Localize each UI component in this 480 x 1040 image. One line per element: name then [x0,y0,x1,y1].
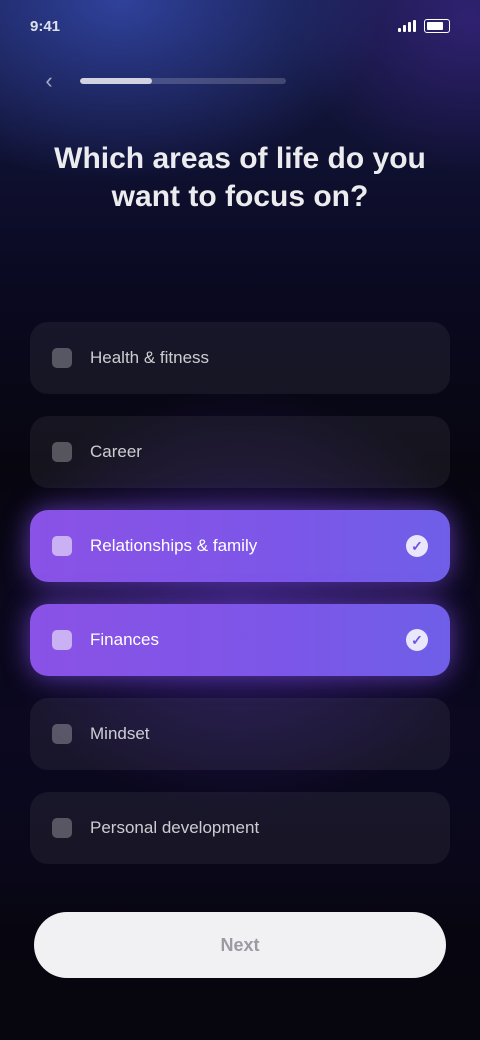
check-icon: ✓ [406,535,428,557]
option-label: Mindset [90,724,150,743]
option-label: Personal development [90,818,260,837]
option-label: Career [90,442,142,461]
option-label: Health & fitness [90,348,210,367]
option-icon [52,348,72,368]
option-item[interactable]: Relationships & family ✓ [30,510,450,582]
option-icon [52,818,72,838]
option-label: Relationships & family [90,536,258,555]
option-icon [52,536,72,556]
signal-icon [398,20,416,32]
option-item[interactable]: Career [30,416,450,488]
chevron-left-icon[interactable]: ‹ [34,66,64,96]
option-icon [52,630,72,650]
progress-bar [80,78,286,84]
option-icon [52,442,72,462]
question-title: Which areas of life do you want to focus… [54,142,426,213]
option-item[interactable]: Health & fitness [30,322,450,394]
option-item[interactable]: Finances ✓ [30,604,450,676]
option-icon [52,724,72,744]
option-label: Finances [90,630,159,649]
battery-icon [424,19,450,33]
option-list: Health & fitness Career Relationships & … [30,322,450,886]
status-icons [398,19,450,33]
progress-header: ‹ [34,66,446,96]
progress-fill [80,78,153,84]
option-item[interactable]: Personal development [30,792,450,864]
option-item[interactable]: Mindset [30,698,450,770]
next-button[interactable]: Next [34,912,446,978]
status-time: 9:41 [30,17,61,35]
check-icon: ✓ [406,629,428,651]
status-bar: 9:41 [30,12,450,40]
